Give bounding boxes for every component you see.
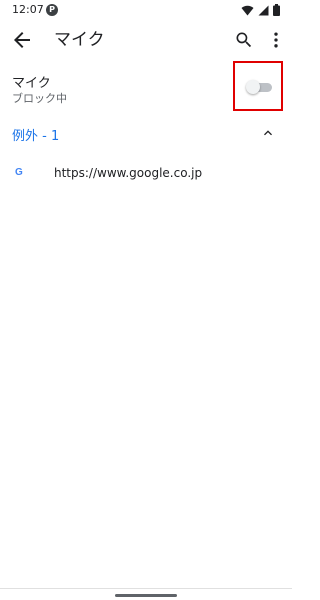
site-url: https://www.google.co.jp (54, 166, 203, 180)
p-notification-icon: P (46, 4, 58, 16)
toggle-thumb (246, 80, 260, 94)
battery-icon (273, 4, 280, 16)
chevron-up-icon[interactable] (260, 125, 276, 141)
mic-setting-status: ブロック中 (12, 92, 67, 105)
site-row[interactable]: G https://www.google.co.jp (0, 160, 292, 190)
bottom-divider (0, 588, 292, 589)
wifi-icon (241, 5, 254, 15)
cell-signal-icon (258, 5, 269, 15)
app-bar: マイク (0, 22, 292, 58)
exceptions-header[interactable]: 例外 - 1 (0, 122, 292, 146)
gesture-nav-bar[interactable] (115, 594, 177, 597)
page-title: マイク (54, 30, 105, 50)
search-icon[interactable] (234, 30, 254, 50)
status-bar: 12:07 P (0, 0, 292, 22)
exceptions-label: 例外 - 1 (12, 129, 60, 144)
google-g-icon: G (15, 167, 23, 178)
more-vert-icon[interactable] (266, 30, 286, 50)
mic-toggle[interactable] (246, 80, 272, 94)
arrow-back-icon[interactable] (10, 28, 34, 52)
mic-setting-title: マイク (12, 76, 51, 91)
status-icons (241, 4, 280, 16)
status-time: 12:07 (12, 3, 44, 16)
